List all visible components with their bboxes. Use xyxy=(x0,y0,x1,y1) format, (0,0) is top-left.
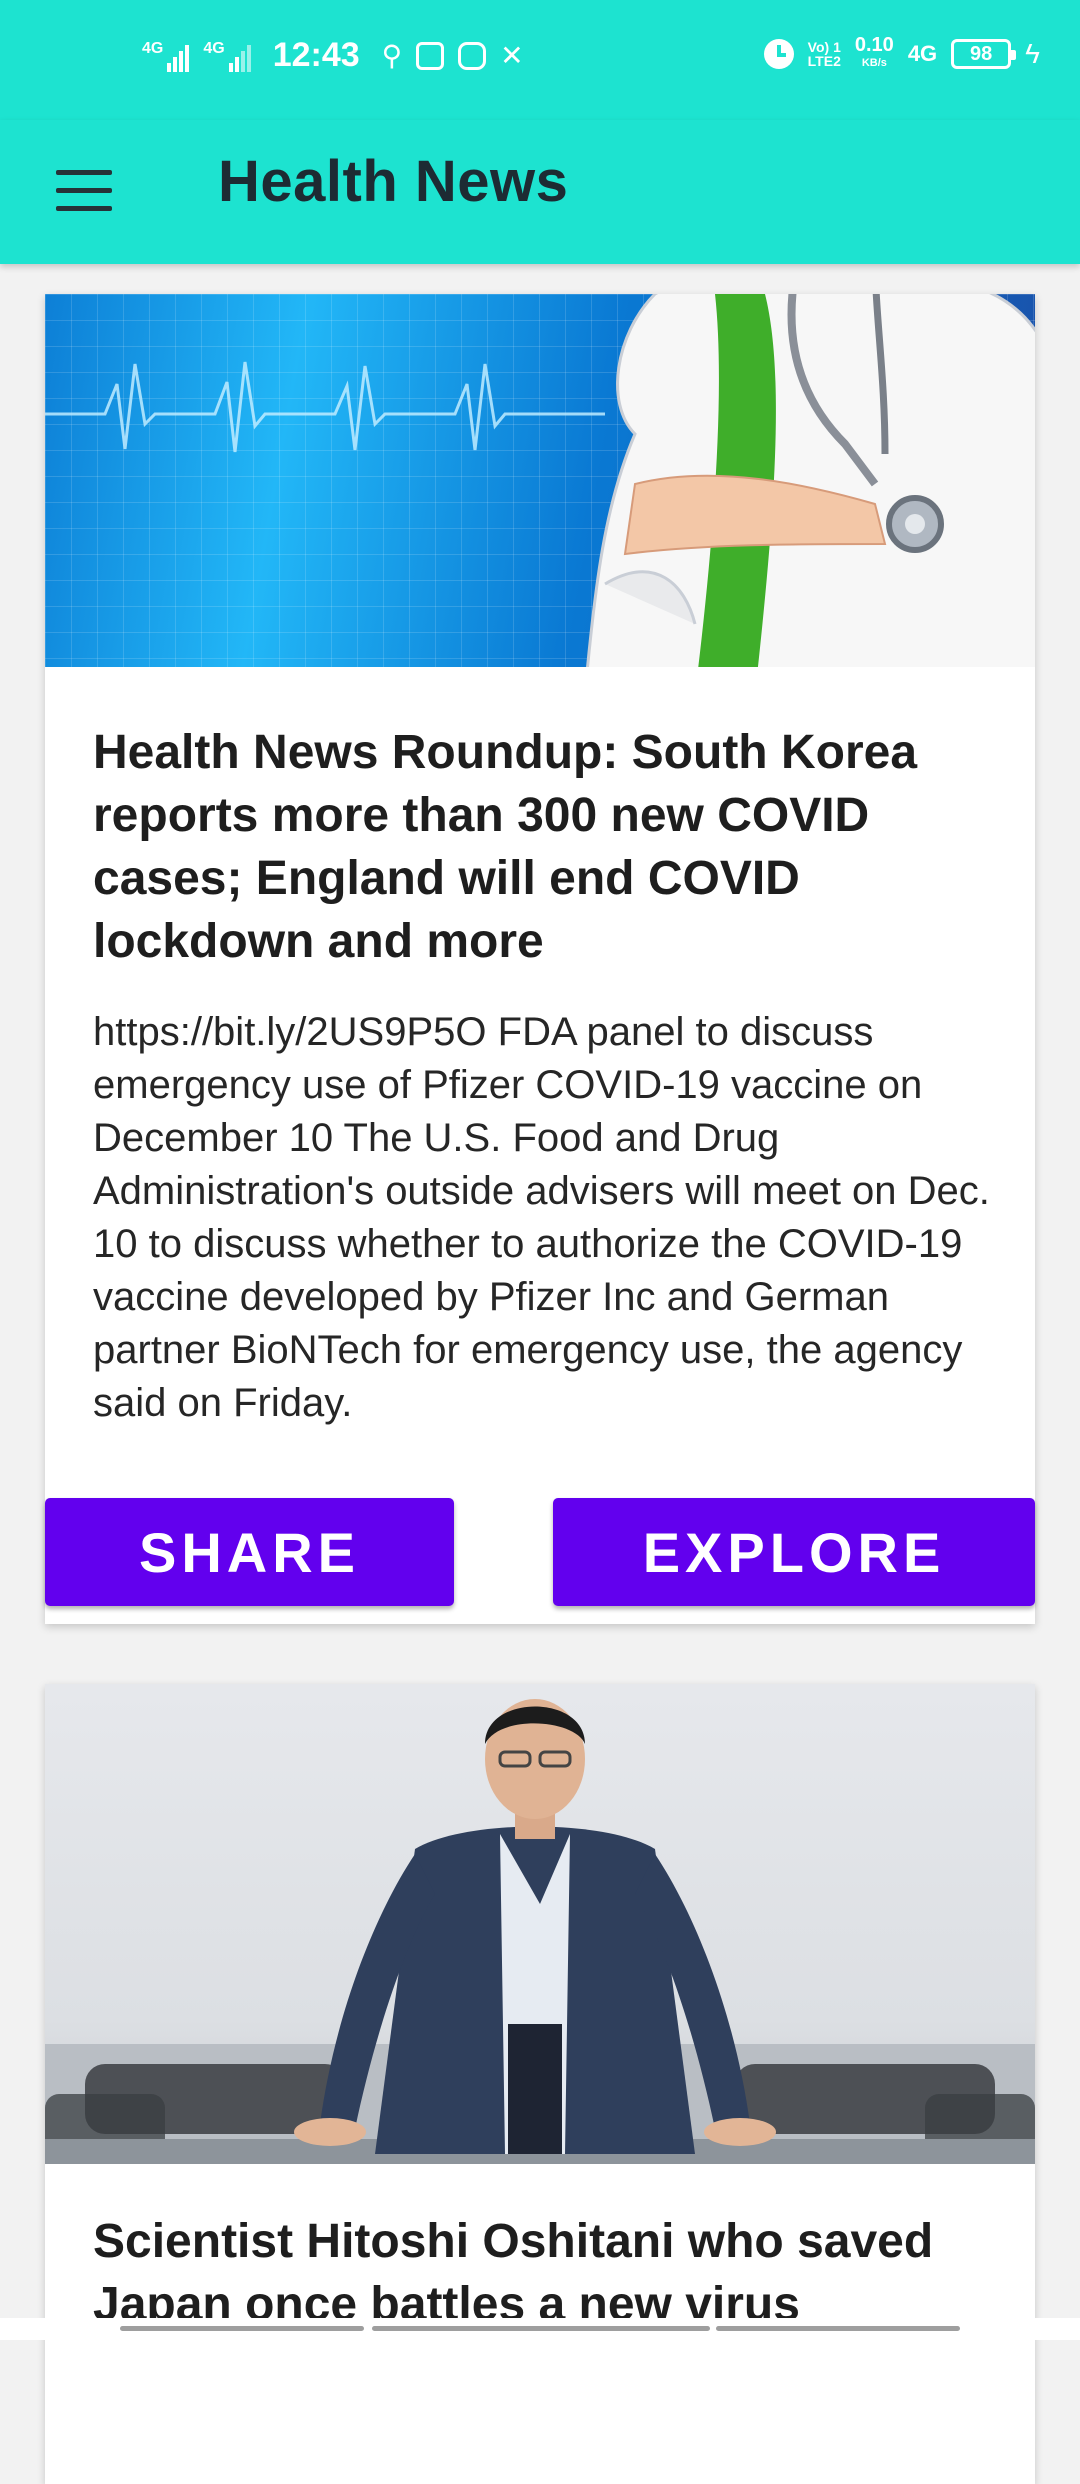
accessibility-icon xyxy=(416,41,445,70)
article-image xyxy=(45,294,1035,667)
status-bar: 4G 4G 12:43 ⚲ ✕ Vo) 1 LTE2 0.10 KB/s 4G … xyxy=(0,0,1080,120)
hamburger-menu-icon[interactable] xyxy=(54,162,114,222)
signal-2-icon: 4G xyxy=(203,39,251,72)
lte-label: LTE2 xyxy=(807,53,841,69)
alarm-icon xyxy=(763,39,794,69)
speed-value: 0.10 xyxy=(854,34,894,56)
app-title: Health News xyxy=(218,149,569,214)
volte-indicator: Vo) 1 LTE2 xyxy=(808,40,841,68)
charging-icon: ϟ xyxy=(1025,38,1040,69)
instagram-icon xyxy=(458,41,487,70)
ecg-line-graphic xyxy=(45,361,605,453)
navigation-bar xyxy=(0,2318,1080,2340)
signal-1-icon: 4G xyxy=(142,39,190,72)
article-image xyxy=(45,1684,1035,2164)
article-card: Health News Roundup: South Korea reports… xyxy=(45,294,1035,1624)
app-bar: Health News xyxy=(0,120,1080,264)
signal-2-label: 4G xyxy=(203,39,225,57)
signal-1-label: 4G xyxy=(142,39,164,57)
battery-icon: 98 xyxy=(951,39,1017,69)
article-card: Scientist Hitoshi Oshitani who saved Jap… xyxy=(45,1684,1035,2484)
usb-icon: ⚲ xyxy=(381,40,403,71)
volte-label: Vo) 1 xyxy=(807,39,841,55)
article-title[interactable]: Health News Roundup: South Korea reports… xyxy=(93,721,993,973)
doctor-illustration xyxy=(586,294,1035,667)
tools-icon: ✕ xyxy=(500,40,524,71)
clock-time: 12:43 xyxy=(272,36,360,74)
man-in-suit-photo xyxy=(45,1699,1035,2164)
battery-level: 98 xyxy=(970,42,993,65)
article-description: https://bit.ly/2US9P5O FDA panel to disc… xyxy=(93,1010,990,1425)
speed-unit: KB/s xyxy=(861,57,887,69)
network-speed: 0.10 KB/s xyxy=(854,34,894,72)
share-button[interactable]: SHARE xyxy=(45,1498,454,1606)
explore-button[interactable]: EXPLORE xyxy=(553,1498,1035,1606)
network-type: 4G xyxy=(907,41,938,66)
